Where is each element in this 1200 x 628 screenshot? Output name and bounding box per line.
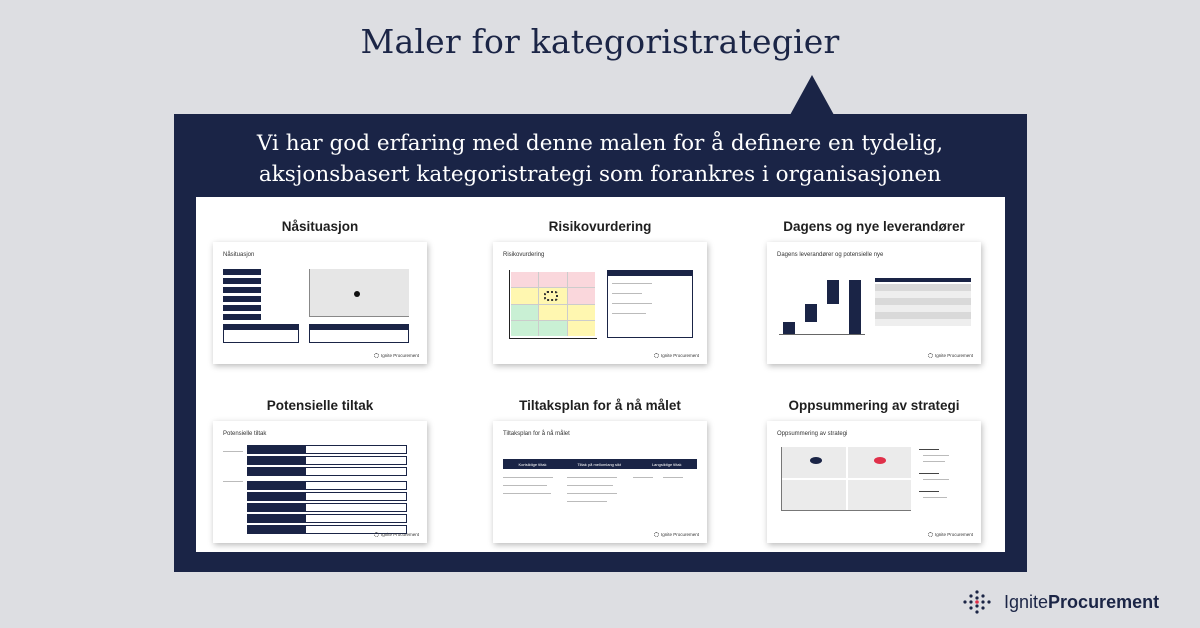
category-marker	[810, 457, 822, 464]
card-inner-title: Nåsituasjon	[223, 252, 255, 258]
label-bar	[223, 314, 261, 320]
card-thumbnail: Dagens leverandører og potensielle nye I…	[767, 242, 981, 364]
logo-icon	[653, 353, 659, 358]
risk-heatmap	[511, 272, 595, 336]
summary-text-line	[923, 455, 949, 456]
phase-2-label: Tiltak på mellomlang sikt	[577, 461, 622, 467]
headline: Maler for kategoristrategier	[360, 22, 840, 61]
label-bar	[223, 305, 261, 311]
card-title: Dagens og nye leverandører	[783, 219, 965, 234]
card-thumbnail: Oppsummering av strategi Ignite Procurem…	[767, 421, 981, 543]
supplier-table	[875, 278, 971, 338]
template-card-action-plan: Tiltaksplan for å nå målet Tiltaksplan f…	[490, 398, 710, 543]
waterfall-bar	[849, 280, 861, 334]
brand-word-1: Ignite	[1004, 591, 1049, 612]
template-card-suppliers: Dagens og nye leverandører Dagens levera…	[764, 219, 984, 364]
summary-text-line	[923, 497, 947, 498]
summary-text-line	[923, 479, 949, 480]
label-bar	[223, 278, 261, 284]
summary-text-line	[919, 473, 939, 474]
subtitle-line-1: Vi har god erfaring med denne malen for …	[256, 131, 944, 156]
measure-list	[247, 445, 407, 534]
matrix-marker	[354, 291, 360, 297]
template-sheet: Nåsituasjon Nåsituasjon Ignite Procureme…	[196, 197, 1005, 552]
waterfall-bar	[783, 322, 795, 334]
template-card-current-situation: Nåsituasjon Nåsituasjon Ignite Procureme…	[210, 219, 430, 364]
card-brand: Ignite Procurement	[927, 353, 973, 358]
card-brand: Ignite Procurement	[373, 532, 419, 537]
waterfall-bar	[827, 280, 839, 304]
card-title: Tiltaksplan for å nå målet	[519, 398, 681, 413]
subtitle: Vi har god erfaring med denne malen for …	[0, 128, 1200, 190]
group-label-line	[223, 451, 243, 452]
label-bar	[223, 269, 261, 275]
box-body	[223, 329, 299, 343]
card-inner-title: Oppsummering av strategi	[777, 431, 848, 437]
card-title: Potensielle tiltak	[266, 398, 374, 413]
plan-text-line	[503, 485, 547, 486]
card-title: Nåsituasjon	[281, 219, 359, 234]
card-brand: Ignite Procurement	[653, 532, 699, 537]
template-card-risk-assessment: Risikovurdering Risikovurdering Ignite P…	[490, 219, 710, 364]
card-thumbnail: Tiltaksplan for å nå målet Kortsiktige t…	[493, 421, 707, 543]
card-thumbnail: Nåsituasjon Ignite Procurement	[213, 242, 427, 364]
ignite-procurement-logo: IgniteProcurement	[962, 589, 1159, 615]
label-bar	[223, 296, 261, 302]
category-marker-highlight	[873, 457, 886, 464]
card-brand: Ignite Procurement	[653, 353, 699, 358]
plan-text-line	[567, 493, 617, 494]
strategy-matrix	[781, 447, 911, 511]
plan-text-line	[567, 477, 617, 478]
card-title: Risikovurdering	[548, 219, 652, 234]
summary-text-line	[919, 491, 939, 492]
phase-1-label: Kortsiktige tiltak	[518, 461, 547, 467]
plan-text-line	[633, 477, 653, 478]
criteria-box	[607, 270, 693, 338]
card-inner-title: Dagens leverandører og potensielle nye	[777, 252, 884, 258]
label-bar	[223, 287, 261, 293]
timeline-arrow: Kortsiktige tiltak Tiltak på mellomlang …	[503, 459, 697, 469]
logo-icon	[653, 532, 659, 537]
risk-marker-icon	[544, 291, 559, 302]
card-thumbnail: Risikovurdering Ignite Procurement	[493, 242, 707, 364]
template-card-potential-measures: Potensielle tiltak Potensielle tiltak Ig…	[210, 398, 430, 543]
logo-icon	[373, 353, 379, 358]
axis-line	[509, 270, 510, 338]
card-inner-title: Potensielle tiltak	[223, 431, 267, 437]
plan-text-line	[503, 493, 551, 494]
waterfall-bar	[805, 304, 817, 322]
plan-text-line	[663, 477, 683, 478]
chart-baseline	[779, 334, 865, 335]
matrix-chart	[309, 269, 409, 317]
card-inner-title: Tiltaksplan for å nå målet	[503, 431, 570, 437]
plan-text-line	[567, 501, 607, 502]
card-thumbnail: Potensielle tiltak Ignite Procurement	[213, 421, 427, 543]
card-inner-title: Risikovurdering	[503, 252, 545, 258]
phase-3-label: Langsiktige tiltak	[651, 461, 682, 467]
box-body	[309, 329, 409, 343]
card-brand: Ignite Procurement	[927, 532, 973, 537]
dot-grid-logo-icon	[963, 590, 991, 614]
speech-notch	[790, 75, 834, 115]
logo-icon	[927, 532, 933, 537]
card-brand: Ignite Procurement	[373, 353, 419, 358]
brand-word-2: Procurement	[1048, 591, 1160, 612]
summary-text-line	[923, 461, 945, 462]
logo-icon	[927, 353, 933, 358]
template-card-strategy-summary: Oppsummering av strategi Oppsummering av…	[764, 398, 984, 543]
summary-text-line	[919, 449, 939, 450]
group-label-line	[223, 481, 243, 482]
subtitle-line-2: aksjonsbasert kategoristrategi som foran…	[258, 162, 942, 187]
axis-line	[509, 338, 597, 339]
logo-icon	[373, 532, 379, 537]
card-title: Oppsummering av strategi	[788, 398, 960, 413]
plan-text-line	[567, 485, 613, 486]
plan-text-line	[503, 477, 553, 478]
